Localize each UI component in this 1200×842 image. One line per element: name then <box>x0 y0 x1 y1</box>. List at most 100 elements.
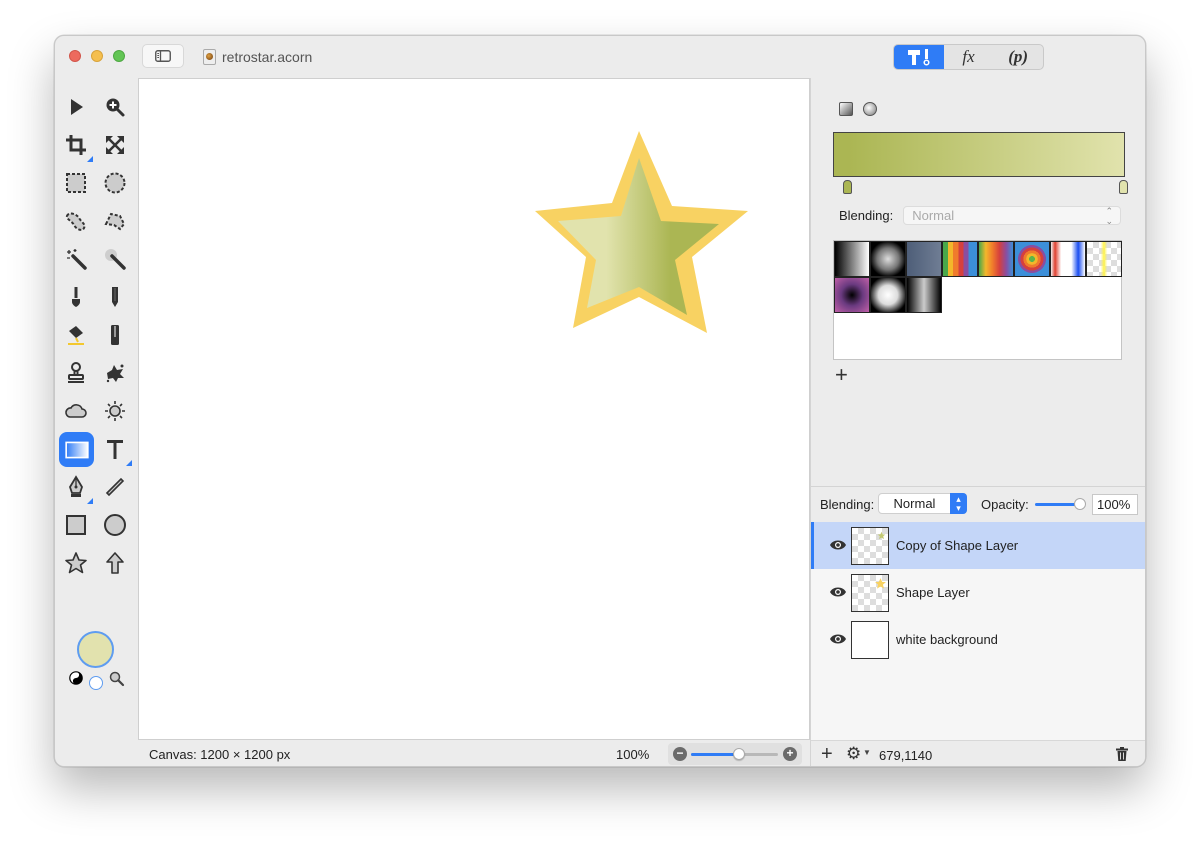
arrow-up-icon <box>106 552 124 574</box>
opacity-label: Opacity: <box>981 497 1029 512</box>
rectangle-icon <box>66 515 86 535</box>
toolbox <box>55 78 138 740</box>
tool-magic-wand[interactable] <box>59 242 93 276</box>
eye-icon[interactable] <box>829 585 847 599</box>
layers-footer: + ⚙ ▼ 679,1140 <box>810 740 1145 766</box>
layer-row[interactable]: Shape Layer <box>811 569 1145 616</box>
tool-dodge[interactable] <box>98 394 132 428</box>
tool-bezier[interactable] <box>59 470 93 504</box>
gradient-blending-select[interactable]: Normal <box>903 206 1122 227</box>
tool-eraser[interactable] <box>98 318 132 352</box>
tool-crop[interactable] <box>59 128 93 162</box>
preset-rainbow-stripes[interactable] <box>942 241 978 277</box>
tab-properties[interactable]: (p) <box>993 45 1043 69</box>
stroke-color-well[interactable] <box>89 676 103 690</box>
preset-radial-gray[interactable] <box>870 241 906 277</box>
tool-oval-select[interactable] <box>98 166 132 200</box>
tool-select[interactable] <box>59 90 93 124</box>
tool-instant-alpha[interactable] <box>98 242 132 276</box>
p-icon: (p) <box>1008 47 1029 66</box>
tab-filters[interactable]: fx <box>944 45 994 69</box>
tool-transform[interactable] <box>98 128 132 162</box>
preset-purple-radial[interactable] <box>834 277 870 313</box>
gradient-stop-end[interactable] <box>1119 180 1128 194</box>
zoom-window-button[interactable] <box>113 50 125 62</box>
tool-clone[interactable] <box>59 356 93 390</box>
magic-wand-icon <box>67 249 87 270</box>
preset-rainbow-smooth[interactable] <box>978 241 1014 277</box>
expand-arrows-icon <box>106 136 124 154</box>
layer-thumbnail <box>851 621 889 659</box>
hammer-tools-icon <box>907 49 930 66</box>
add-layer-button[interactable]: + <box>821 743 833 766</box>
opacity-slider-knob[interactable] <box>1074 498 1086 510</box>
gradient-stop-start[interactable] <box>843 180 852 194</box>
gradient-preview-bar[interactable] <box>833 132 1125 177</box>
paint-bucket-icon <box>68 326 84 345</box>
tool-brush[interactable] <box>59 280 93 314</box>
layer-thumbnail <box>851 574 889 612</box>
tool-text[interactable] <box>98 432 132 466</box>
acorn-document-icon <box>203 49 216 65</box>
fx-icon: fx <box>962 47 975 66</box>
zoom-slider-knob[interactable] <box>732 748 745 760</box>
chevron-down-icon[interactable]: ▼ <box>863 748 871 757</box>
layer-row[interactable]: Copy of Shape Layer <box>811 522 1145 569</box>
cloud-icon <box>65 404 87 418</box>
linear-gradient-icon[interactable] <box>839 102 853 116</box>
radial-gradient-icon[interactable] <box>863 102 877 116</box>
tab-tools[interactable] <box>894 45 944 69</box>
swap-colors-icon[interactable] <box>69 671 83 685</box>
preset-silver-bars[interactable] <box>906 277 942 313</box>
preset-red-white-blue[interactable] <box>1050 241 1086 277</box>
tool-lasso[interactable] <box>59 204 93 238</box>
opacity-input[interactable]: 100% <box>1092 494 1138 515</box>
tool-rectangle[interactable] <box>59 508 93 542</box>
loupe-icon[interactable] <box>109 671 125 687</box>
add-preset-button[interactable]: + <box>835 362 848 388</box>
star-icon <box>65 552 87 574</box>
preset-radial-rainbow[interactable] <box>1014 241 1050 277</box>
gradient-blending-row: Blending: Normal <box>839 206 1122 227</box>
tool-smudge[interactable] <box>98 356 132 390</box>
preset-black-white[interactable] <box>834 241 870 277</box>
layer-thumbnail <box>851 527 889 565</box>
layer-row[interactable]: white background <box>811 616 1145 663</box>
layer-blending-select[interactable]: Normal ▴ ▾ <box>878 493 967 514</box>
preset-slate-blue[interactable] <box>906 241 942 277</box>
title-bar: retrostar.acorn fx (p) <box>55 36 1145 78</box>
tool-line[interactable] <box>98 470 132 504</box>
zoom-percent: 100% <box>616 747 650 762</box>
zoom-in-button[interactable]: + <box>783 747 797 761</box>
trash-icon[interactable] <box>1116 747 1128 761</box>
zoom-slider[interactable] <box>691 748 778 760</box>
zoom-out-button[interactable]: − <box>673 747 687 761</box>
canvas[interactable] <box>138 78 810 740</box>
sun-icon <box>105 401 125 421</box>
tool-pencil[interactable] <box>98 280 132 314</box>
tool-star[interactable] <box>59 546 93 580</box>
tool-burn[interactable] <box>59 394 93 428</box>
preset-white-radial[interactable] <box>870 277 906 313</box>
oval-icon <box>104 514 126 536</box>
pencil-icon <box>112 287 118 307</box>
minimize-button[interactable] <box>91 50 103 62</box>
eye-icon[interactable] <box>829 538 847 552</box>
tool-paint-bucket[interactable] <box>59 318 93 352</box>
eye-icon[interactable] <box>829 632 847 646</box>
close-button[interactable] <box>69 50 81 62</box>
document-name: retrostar.acorn <box>222 49 313 65</box>
sidebar-toggle-button[interactable] <box>142 44 184 68</box>
tool-zoom[interactable] <box>98 90 132 124</box>
preset-yellow-transparent[interactable] <box>1086 241 1122 277</box>
tool-oval[interactable] <box>98 508 132 542</box>
submenu-indicator <box>126 460 132 466</box>
gear-icon[interactable]: ⚙ <box>846 744 861 764</box>
fill-color-well[interactable] <box>77 631 114 668</box>
tool-polygon-lasso[interactable] <box>98 204 132 238</box>
tool-gradient[interactable] <box>59 432 94 467</box>
tool-rect-select[interactable] <box>59 166 93 200</box>
star-shape[interactable] <box>535 131 751 336</box>
tool-arrow[interactable] <box>98 546 132 580</box>
splatter-icon <box>106 364 124 383</box>
